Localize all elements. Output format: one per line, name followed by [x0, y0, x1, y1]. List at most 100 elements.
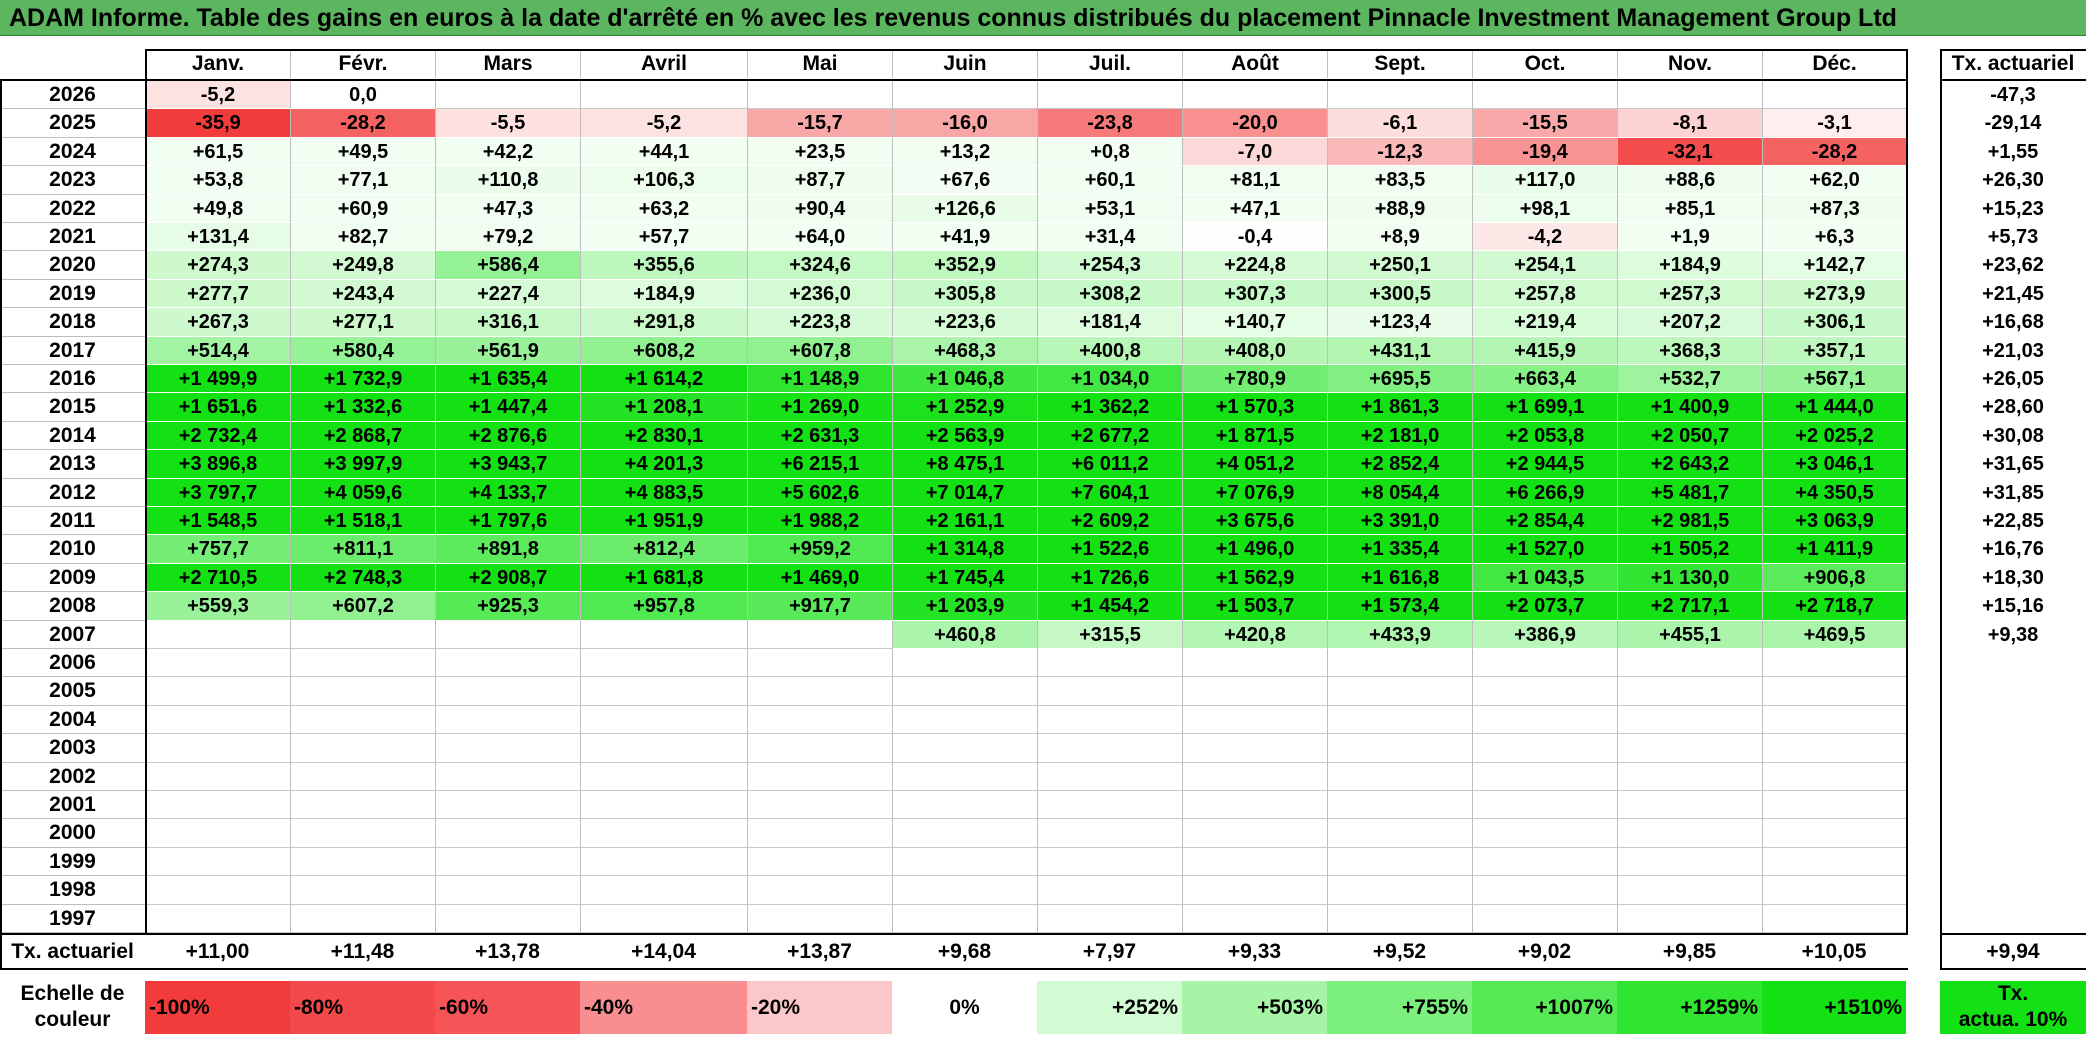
month-gain-cell: +1 496,0: [1182, 535, 1327, 564]
month-gain-cell: [145, 904, 290, 933]
month-gain-cell: +3 063,9: [1762, 507, 1906, 536]
month-gain-cell: +227,4: [435, 279, 580, 309]
month-gain-cell: +1 503,7: [1182, 592, 1327, 621]
month-gain-cell: +243,4: [290, 279, 435, 309]
annual-rate-cell: [1940, 706, 2086, 735]
month-gain-cell: +277,1: [290, 308, 435, 337]
month-gain-cell: +415,9: [1472, 336, 1617, 365]
month-gain-cell: +2 181,0: [1327, 421, 1472, 451]
month-gain-cell: +142,7: [1762, 251, 1906, 280]
month-gain-cell: [580, 81, 747, 110]
year-label: 2025: [0, 109, 145, 138]
year-label: 2019: [0, 280, 145, 309]
month-gain-cell: +2 852,4: [1327, 450, 1472, 479]
month-gain-cell: [1617, 876, 1762, 905]
month-gain-cell: [435, 81, 580, 110]
month-gain-cell: +1 252,9: [892, 393, 1037, 422]
month-gain-cell: [1762, 791, 1906, 820]
month-gain-cell: +2 981,5: [1617, 507, 1762, 536]
month-gain-cell: -32,1: [1617, 137, 1762, 167]
annual-rate-cell: [1940, 819, 2086, 848]
color-scale-label: Echelle de couleur: [0, 981, 145, 1034]
month-gain-cell: [435, 705, 580, 735]
month-header: Sept.: [1327, 49, 1472, 78]
month-header: Juil.: [1037, 49, 1182, 78]
month-gain-cell: [747, 677, 892, 706]
month-gain-cell: +6 215,1: [747, 450, 892, 479]
month-gain-cell: +87,7: [747, 166, 892, 195]
month-gain-cell: [892, 81, 1037, 110]
month-gain-cell: [1617, 762, 1762, 791]
table-border: [145, 49, 147, 933]
month-gain-cell: +47,1: [1182, 194, 1327, 223]
month-gain-cell: +3 997,9: [290, 450, 435, 479]
month-gain-cell: [145, 762, 290, 791]
month-gain-cell: +49,8: [145, 194, 290, 223]
month-gain-cell: +6 266,9: [1472, 478, 1617, 507]
year-label: 2021: [0, 223, 145, 252]
month-gain-cell: +1 332,6: [290, 393, 435, 422]
color-scale-annual-line1: Tx.: [1997, 982, 2029, 1005]
month-gain-cell: [435, 677, 580, 706]
month-gain-cell: +2 563,9: [892, 421, 1037, 451]
month-gain-cell: +13,2: [892, 137, 1037, 167]
month-gain-cell: +4 883,5: [580, 478, 747, 507]
month-header: Déc.: [1762, 49, 1906, 78]
color-scale-step: -80%: [290, 981, 435, 1034]
month-header: Oct.: [1472, 49, 1617, 78]
month-gain-cell: +1 651,6: [145, 393, 290, 422]
month-gain-cell: [290, 734, 435, 763]
month-gain-cell: +1 505,2: [1617, 535, 1762, 564]
month-gain-cell: +1 208,1: [580, 393, 747, 422]
month-gain-cell: +3 896,8: [145, 450, 290, 479]
month-gain-cell: [580, 876, 747, 905]
month-gain-cell: +2 677,2: [1037, 421, 1182, 451]
month-gain-cell: +408,0: [1182, 336, 1327, 365]
summary-rate-cell: +11,48: [330, 940, 395, 963]
month-gain-cell: +7 076,9: [1182, 478, 1327, 507]
month-gain-cell: +3 943,7: [435, 450, 580, 479]
month-gain-cell: +2 025,2: [1762, 421, 1906, 451]
month-gain-cell: [1182, 649, 1327, 678]
annual-rate-cell: [1940, 791, 2086, 820]
month-gain-cell: +357,1: [1762, 336, 1906, 365]
month-gain-cell: [1327, 705, 1472, 735]
month-gain-cell: [1617, 904, 1762, 933]
color-scale-step: +1007%: [1472, 981, 1617, 1034]
month-gain-cell: [1617, 734, 1762, 763]
month-gain-cell: -0,4: [1182, 223, 1327, 252]
month-gain-cell: +60,9: [290, 194, 435, 223]
month-gain-cell: +223,8: [747, 308, 892, 337]
month-gain-cell: [435, 762, 580, 791]
month-gain-cell: +306,1: [1762, 308, 1906, 337]
month-gain-cell: +3 046,1: [1762, 450, 1906, 479]
month-gain-cell: [1762, 705, 1906, 735]
month-gain-cell: [580, 762, 747, 791]
color-scale-step: +755%: [1327, 981, 1472, 1034]
year-label: 2018: [0, 308, 145, 337]
month-gain-cell: +83,5: [1327, 166, 1472, 195]
month-gain-cell: [435, 791, 580, 820]
year-label: 1998: [0, 876, 145, 905]
month-gain-cell: +2 643,2: [1617, 450, 1762, 479]
month-gain-cell: [1037, 904, 1182, 933]
month-gain-cell: [1762, 847, 1906, 877]
table-border: [1940, 49, 2086, 51]
month-gain-cell: [290, 791, 435, 820]
month-gain-cell: [1037, 847, 1182, 877]
color-scale-label-line2: couleur: [34, 1008, 111, 1031]
month-gain-cell: +0,8: [1037, 137, 1182, 167]
month-gain-cell: -7,0: [1182, 137, 1327, 167]
month-gain-cell: [580, 649, 747, 678]
month-gain-cell: [1327, 847, 1472, 877]
month-gain-cell: +8 475,1: [892, 450, 1037, 479]
month-gain-cell: +8 054,4: [1327, 478, 1472, 507]
year-label: 2014: [0, 422, 145, 451]
month-gain-cell: +61,5: [145, 137, 290, 167]
month-gain-cell: +455,1: [1617, 620, 1762, 649]
month-gain-cell: [1037, 81, 1182, 110]
month-gain-cell: +514,4: [145, 336, 290, 365]
month-gain-cell: +57,7: [580, 223, 747, 252]
month-gain-cell: +1 562,9: [1182, 563, 1327, 593]
summary-rate-cell: +9,68: [937, 940, 992, 963]
